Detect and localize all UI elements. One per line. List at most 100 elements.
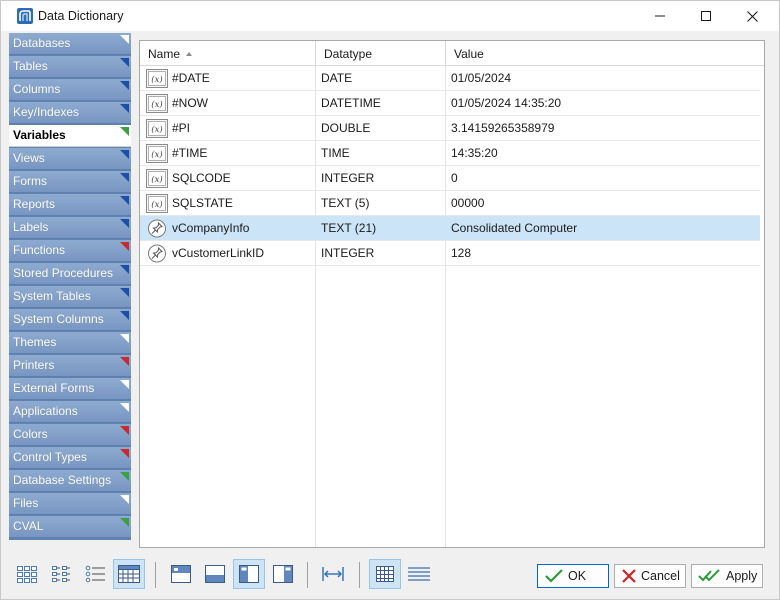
- row-lines-icon: [408, 567, 430, 581]
- cancel-button[interactable]: Cancel: [614, 564, 686, 588]
- cell-datatype: DATETIME: [321, 96, 381, 110]
- preview-bottom-button[interactable]: [199, 559, 231, 589]
- sidebar-item-control-types[interactable]: Control Types: [9, 447, 131, 469]
- table-row[interactable]: (x) #NOW DATETIME 01/05/2024 14:35:20: [140, 91, 760, 116]
- large-icons-view-button[interactable]: [11, 559, 43, 589]
- layout-preview-right-icon: [273, 565, 293, 583]
- table-row[interactable]: (x) SQLSTATE TEXT (5) 00000: [140, 191, 760, 216]
- double-checkmark-icon: [698, 569, 720, 582]
- cell-value: 3.14159265358979: [451, 121, 555, 135]
- list-view-button[interactable]: [79, 559, 111, 589]
- column-header-name[interactable]: Name: [140, 41, 316, 66]
- preview-left-button[interactable]: [233, 559, 265, 589]
- cell-datatype: TEXT (21): [321, 221, 377, 235]
- sidebar-item-forms[interactable]: Forms: [9, 171, 131, 193]
- sidebar-item-columns[interactable]: Columns: [9, 79, 131, 101]
- table-row[interactable]: vCustomerLinkID INTEGER 128: [140, 241, 760, 266]
- cell-value: 14:35:20: [451, 146, 498, 160]
- corner-marker-icon: [120, 58, 129, 67]
- cell-name: #DATE: [172, 71, 210, 85]
- sidebar-item-views[interactable]: Views: [9, 148, 131, 170]
- sidebar-item-cval[interactable]: CVAL: [9, 516, 131, 538]
- corner-marker-icon: [120, 334, 129, 343]
- corner-marker-icon: [120, 150, 129, 159]
- layout-preview-top-icon: [171, 565, 191, 583]
- cell-datatype: TEXT (5): [321, 196, 370, 210]
- maximize-button[interactable]: [683, 1, 729, 31]
- corner-marker-icon: [120, 518, 129, 527]
- sidebar-item-label: Control Types: [13, 450, 87, 464]
- grid-body: (x) #DATE DATE 01/05/2024 (x) #NOW DATETIME 01/…: [140, 66, 764, 547]
- sidebar-item-system-tables[interactable]: System Tables: [9, 286, 131, 308]
- fit-columns-button[interactable]: [317, 559, 349, 589]
- preview-right-button[interactable]: [267, 559, 299, 589]
- sidebar-item-variables[interactable]: Variables: [9, 125, 131, 147]
- sort-ascending-icon: [186, 52, 193, 56]
- toolbar-separator: [307, 562, 308, 588]
- corner-marker-icon: [120, 495, 129, 504]
- sidebar-item-database-settings[interactable]: Database Settings: [9, 470, 131, 492]
- sidebar-item-label: Forms: [13, 174, 47, 188]
- sidebar-item-printers[interactable]: Printers: [9, 355, 131, 377]
- app-icon: [17, 8, 33, 24]
- corner-marker-icon: [120, 104, 129, 113]
- cell-name: #TIME: [172, 146, 208, 160]
- table-row[interactable]: (x) SQLCODE INTEGER 0: [140, 166, 760, 191]
- small-icons-view-button[interactable]: [45, 559, 77, 589]
- row-lines-button[interactable]: [403, 559, 435, 589]
- cell-name: vCompanyInfo: [172, 221, 250, 235]
- sidebar-item-external-forms[interactable]: External Forms: [9, 378, 131, 400]
- sidebar-item-reports[interactable]: Reports: [9, 194, 131, 216]
- corner-marker-icon: [120, 380, 129, 389]
- corner-marker-icon: [120, 403, 129, 412]
- cell-name: SQLCODE: [172, 171, 231, 185]
- sidebar-item-stored-procedures[interactable]: Stored Procedures: [9, 263, 131, 285]
- table-row[interactable]: (x) #DATE DATE 01/05/2024: [140, 66, 760, 91]
- sidebar-item-themes[interactable]: Themes: [9, 332, 131, 354]
- window-title: Data Dictionary: [38, 9, 124, 23]
- ok-button-label: OK: [568, 569, 587, 583]
- corner-marker-icon: [120, 196, 129, 205]
- sidebar-item-key-indexes[interactable]: Key/Indexes: [9, 102, 131, 124]
- fit-width-icon: [322, 567, 344, 581]
- preview-top-button[interactable]: [165, 559, 197, 589]
- sidebar-item-files[interactable]: Files: [9, 493, 131, 515]
- corner-marker-icon: [120, 288, 129, 297]
- sidebar-item-label: System Tables: [13, 289, 91, 303]
- sidebar-item-databases[interactable]: Databases: [9, 33, 131, 55]
- corner-marker-icon: [120, 173, 129, 182]
- cell-name: SQLSTATE: [172, 196, 233, 210]
- sidebar-item-applications[interactable]: Applications: [9, 401, 131, 423]
- sidebar-item-label: Columns: [13, 82, 61, 96]
- table-row[interactable]: vCompanyInfo TEXT (21) Consolidated Comput…: [140, 216, 760, 241]
- sidebar-item-colors[interactable]: Colors: [9, 424, 131, 446]
- cell-value: 128: [451, 246, 472, 260]
- layout-preview-bottom-icon: [205, 565, 225, 583]
- sidebar-item-label: Labels: [13, 220, 49, 234]
- table-row[interactable]: (x) #PI DOUBLE 3.14159265358979: [140, 116, 760, 141]
- cell-name: #PI: [172, 121, 191, 135]
- toolbar-separator: [155, 562, 156, 588]
- grid-lines-button[interactable]: [369, 559, 401, 589]
- close-button[interactable]: [729, 1, 775, 31]
- details-view-button[interactable]: [113, 559, 145, 589]
- column-header-value[interactable]: Value: [446, 41, 762, 66]
- column-header-datatype[interactable]: Datatype: [316, 41, 446, 66]
- sidebar-item-tables[interactable]: Tables: [9, 56, 131, 78]
- sidebar-item-labels[interactable]: Labels: [9, 217, 131, 239]
- table-row[interactable]: (x) #TIME TIME 14:35:20: [140, 141, 760, 166]
- grid-lines-icon: [376, 566, 394, 582]
- sidebar-item-label: Colors: [13, 427, 48, 441]
- list-view-icon: [85, 565, 105, 583]
- small-icons-view-icon: [52, 566, 70, 582]
- apply-button[interactable]: Apply: [691, 564, 763, 588]
- close-icon: [746, 10, 758, 22]
- sidebar-item-functions[interactable]: Functions: [9, 240, 131, 262]
- sidebar-item-system-columns[interactable]: System Columns: [9, 309, 131, 331]
- ok-button[interactable]: OK: [537, 564, 609, 588]
- sidebar-item-label: Database Settings: [13, 473, 112, 487]
- sidebar-item-label: Reports: [13, 197, 56, 211]
- sidebar-item-label: Functions: [13, 243, 66, 257]
- minimize-button[interactable]: [637, 1, 683, 31]
- data-dictionary-window: Data Dictionary Databases Tables Columns…: [0, 0, 780, 600]
